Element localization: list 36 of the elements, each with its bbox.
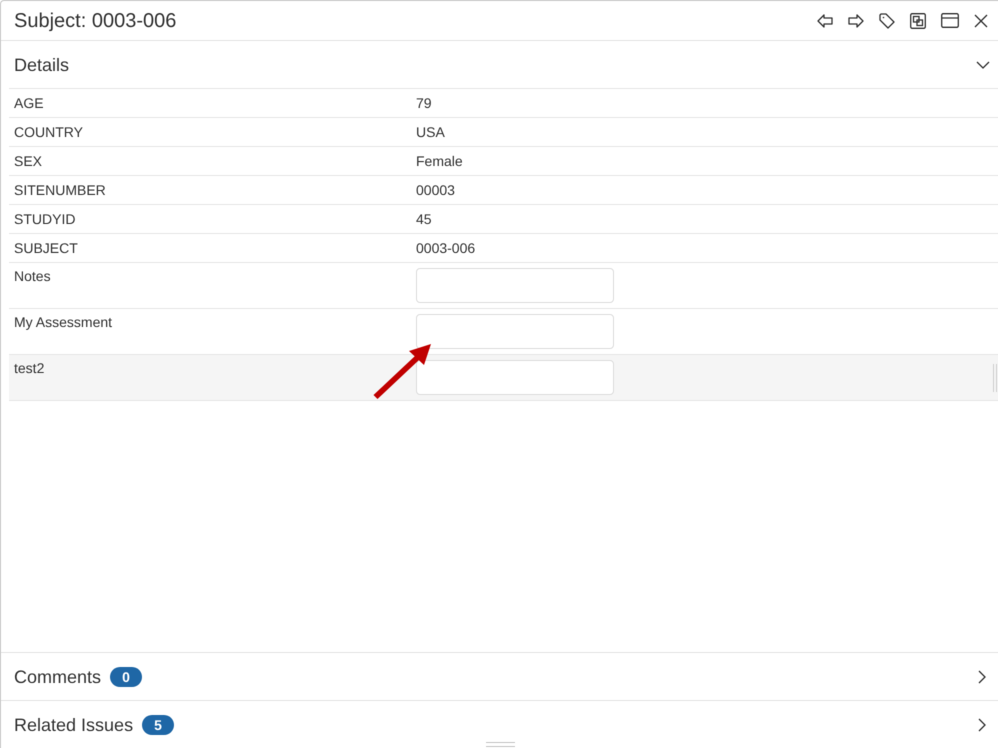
section-title[interactable]: Comments	[14, 666, 102, 688]
field-value: Female	[416, 152, 463, 170]
field-label: AGE	[13, 94, 45, 112]
field-label: SEX	[13, 152, 44, 170]
window-title: Subject: 0003-006	[14, 8, 176, 32]
field-value: 45	[416, 210, 432, 228]
field-label: STUDYID	[13, 210, 76, 228]
chevron-right-icon[interactable]	[978, 718, 986, 732]
text-input[interactable]	[416, 360, 614, 395]
chevron-right-icon[interactable]	[978, 670, 986, 684]
section-title[interactable]: Related Issues	[14, 714, 134, 736]
field-value: 79	[416, 94, 432, 112]
forward-arrow-icon[interactable]	[848, 14, 864, 28]
back-arrow-icon[interactable]	[817, 14, 833, 28]
text-input[interactable]	[416, 268, 614, 303]
count-badge: 5	[142, 714, 174, 734]
section-title[interactable]: Details	[14, 54, 70, 76]
field-label: Notes	[13, 267, 52, 285]
field-value: USA	[416, 123, 445, 141]
drag-handle-icon[interactable]	[993, 364, 997, 392]
overlapping-squares-icon[interactable]	[910, 12, 926, 28]
pointer-arrow	[371, 342, 433, 400]
field-label: My Assessment	[13, 313, 114, 331]
count-badge: 0	[110, 666, 142, 686]
field-label: SUBJECT	[13, 239, 79, 257]
tag-icon[interactable]	[879, 12, 895, 28]
window-icon[interactable]	[941, 13, 959, 28]
close-icon[interactable]	[974, 14, 988, 28]
field-label: SITENUMBER	[13, 181, 107, 199]
field-label: test2	[13, 359, 46, 377]
resize-grip-icon[interactable]	[486, 742, 515, 747]
text-input[interactable]	[416, 314, 614, 349]
field-label: COUNTRY	[13, 123, 84, 141]
field-value: 0003-006	[416, 239, 476, 257]
chevron-down-icon[interactable]	[976, 60, 990, 68]
field-value: 00003	[416, 181, 455, 199]
